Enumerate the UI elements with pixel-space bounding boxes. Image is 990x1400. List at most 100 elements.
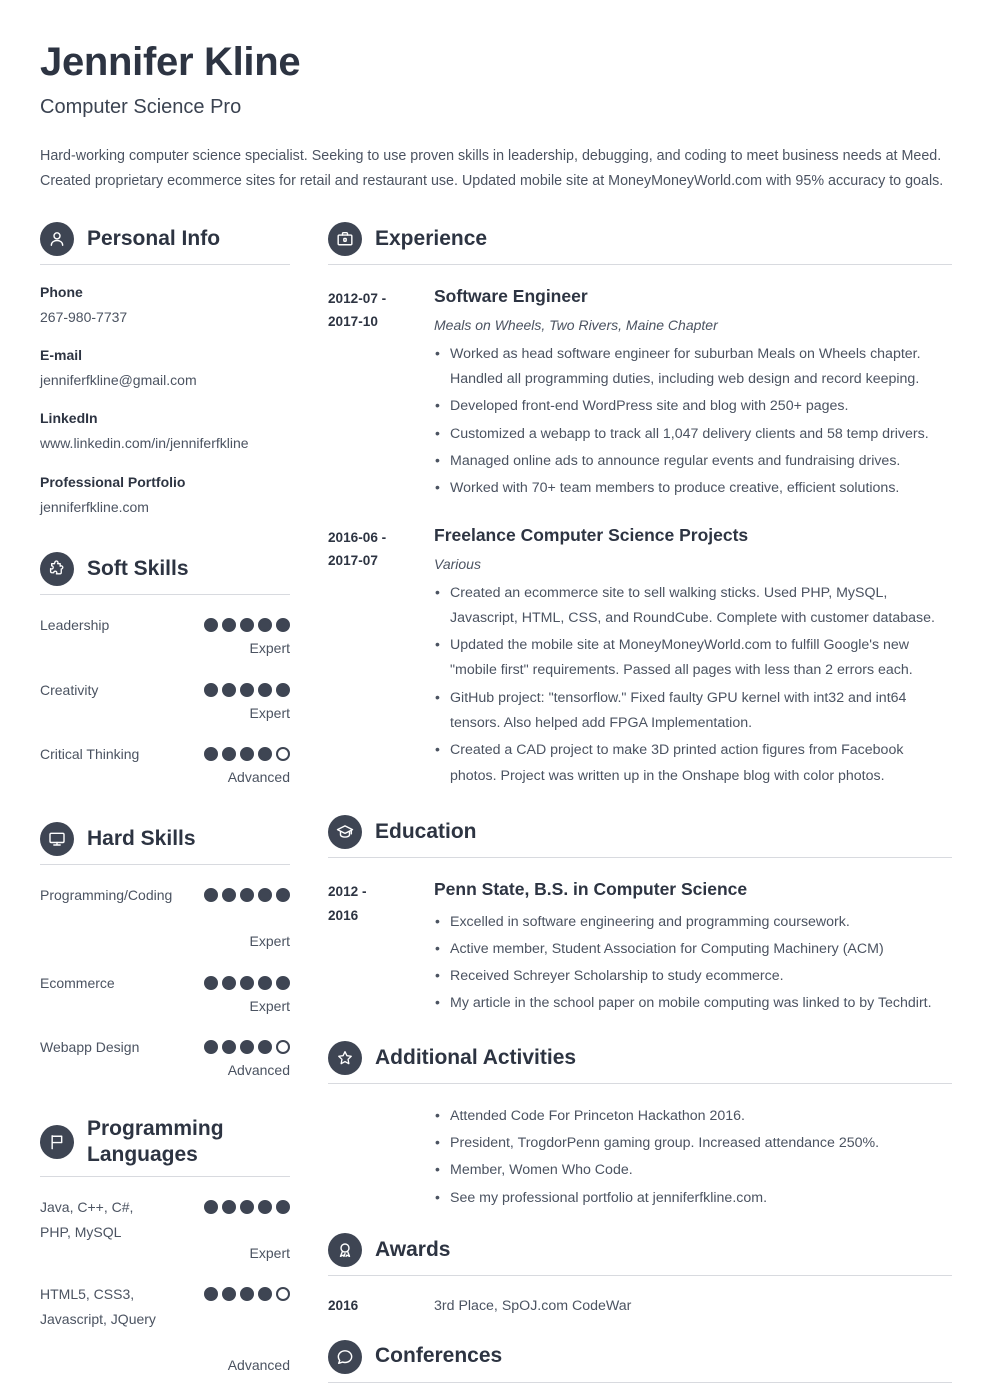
field-value[interactable]: jenniferfkline@gmail.com (40, 369, 290, 391)
entry-date-range: 2012 - 2016 (328, 878, 434, 928)
rating-dot-filled (222, 1200, 236, 1215)
rating-dot-filled (222, 618, 236, 633)
award-row: 2016 3rd Place, SpOJ.com CodeWar (328, 1295, 952, 1318)
rating-dot-filled (240, 682, 254, 697)
section-experience: Experience 2012-07 - 2017-10 Software En… (328, 221, 952, 789)
section-title: Conferences (375, 1344, 503, 1368)
rating-dot-filled (222, 682, 236, 697)
field-value[interactable]: www.linkedin.com/in/jenniferfkline (40, 432, 290, 454)
award-ribbon-icon (328, 1232, 362, 1267)
section-title: Awards (375, 1237, 451, 1261)
rating-dot-filled (258, 1287, 272, 1302)
field-label: E-mail (40, 347, 83, 364)
rating-dot-filled (276, 1200, 290, 1215)
section-divider (328, 856, 952, 858)
skill-label: Critical Thinking (40, 746, 140, 763)
rating-dot-filled (204, 975, 218, 990)
flag-icon (40, 1124, 74, 1159)
section-header: Hard Skills (40, 822, 290, 857)
resume-header: Jennifer Kline Computer Science Pro Hard… (40, 40, 950, 195)
skill-rating-dots (168, 747, 290, 762)
skill-label: Webapp Design (40, 1039, 140, 1056)
section-header: Soft Skills (40, 552, 290, 587)
skill-row: Creativity Expert (40, 678, 290, 724)
field-label: LinkedIn (40, 410, 98, 427)
section-divider (40, 263, 290, 265)
rating-dot-empty (276, 1040, 290, 1055)
field-label: Professional Portfolio (40, 473, 186, 490)
rating-dot-filled (204, 1287, 218, 1302)
rating-dot-filled (258, 975, 272, 990)
resume-page: Jennifer Kline Computer Science Pro Hard… (0, 0, 990, 1400)
list-item: Active member, Student Association for C… (434, 936, 952, 962)
entry-bullet-list: Created an ecommerce site to sell walkin… (434, 580, 952, 789)
list-item: Worked as head software engineer for sub… (434, 341, 952, 393)
skill-rating-dots (168, 618, 290, 633)
entry-role-title: Freelance Computer Science Projects (434, 524, 749, 545)
field-value[interactable]: jenniferfkline.com (40, 496, 290, 518)
puzzle-piece-icon (40, 552, 74, 587)
rating-dot-filled (204, 618, 218, 633)
rating-dot-filled (204, 747, 218, 762)
rating-dot-filled (204, 682, 218, 697)
section-header: Additional Activities (328, 1040, 952, 1075)
section-divider (40, 1176, 290, 1178)
entry-organization: Meals on Wheels, Two Rivers, Maine Chapt… (434, 317, 718, 334)
list-item: Member, Women Who Code. (434, 1157, 952, 1183)
skill-label: HTML5, CSS3, Javascript, JQuery (40, 1286, 156, 1328)
list-item: Attended Code For Princeton Hackathon 20… (434, 1103, 952, 1129)
list-item: President, TrogdorPenn gaming group. Inc… (434, 1130, 952, 1156)
section-education: Education 2012 - 2016 Penn State, B.S. i… (328, 814, 952, 1017)
skill-level-label: Advanced (227, 1062, 290, 1079)
skill-level-label: Expert (249, 704, 290, 721)
rating-dot-empty (276, 747, 290, 762)
section-title: Experience (375, 226, 488, 250)
rating-dot-filled (222, 888, 236, 903)
personal-info-field-email: E-mail jenniferfkline@gmail.com (40, 345, 290, 391)
section-title: Soft Skills (87, 557, 189, 581)
skill-row: Ecommerce Expert (40, 971, 290, 1017)
skill-row: Java, C++, C#, PHP, MySQL Expert (40, 1195, 290, 1264)
date-line: 2017-10 (328, 314, 378, 330)
date-line: 2017-07 (328, 553, 378, 569)
rating-dot-filled (240, 975, 254, 990)
skill-label: Creativity (40, 681, 99, 698)
rating-dot-filled (240, 747, 254, 762)
rating-dot-filled (258, 682, 272, 697)
rating-dot-filled (222, 1040, 236, 1055)
entry-date-range: 2012-07 - 2017-10 (328, 285, 434, 335)
rating-dot-filled (258, 888, 272, 903)
personal-info-field-phone: Phone 267-980-7737 (40, 282, 290, 328)
entry-date-spacer (328, 1102, 434, 1104)
star-icon (328, 1040, 362, 1075)
rating-dot-filled (276, 682, 290, 697)
entry-degree-title: Penn State, B.S. in Computer Science (434, 878, 748, 899)
skill-rating-dots (168, 682, 290, 697)
section-divider (328, 1082, 952, 1084)
skill-rating-dots (168, 975, 290, 990)
list-item: Created an ecommerce site to sell walkin… (434, 580, 952, 632)
date-line: 2012-07 - (328, 290, 387, 306)
section-personal-info: Personal Info Phone 267-980-7737 E-mail … (40, 221, 290, 519)
rating-dot-filled (276, 975, 290, 990)
speech-bubble-icon (328, 1339, 362, 1374)
page-title: Jennifer Kline (40, 40, 301, 84)
rating-dot-filled (222, 1287, 236, 1302)
rating-dot-empty (276, 1287, 290, 1302)
field-value[interactable]: 267-980-7737 (40, 306, 290, 328)
section-divider (328, 1274, 952, 1276)
section-additional-activities: Additional Activities Attended Code For … (328, 1040, 952, 1211)
section-hard-skills: Hard Skills Programming/Coding Expert Ec… (40, 822, 290, 1081)
section-divider (328, 263, 952, 265)
list-item: Excelled in software engineering and pro… (434, 909, 952, 935)
briefcase-icon (328, 221, 362, 256)
rating-dot-filled (204, 888, 218, 903)
skill-rating-dots (168, 888, 290, 903)
personal-info-field-portfolio: Professional Portfolio jenniferfkline.co… (40, 472, 290, 518)
activities-entry: Attended Code For Princeton Hackathon 20… (328, 1102, 952, 1211)
entry-bullet-list: Worked as head software engineer for sub… (434, 341, 952, 502)
award-year: 2016 (328, 1297, 359, 1313)
skill-level-label: Advanced (227, 1357, 290, 1374)
section-title: Hard Skills (87, 827, 196, 851)
monitor-icon (40, 822, 74, 857)
